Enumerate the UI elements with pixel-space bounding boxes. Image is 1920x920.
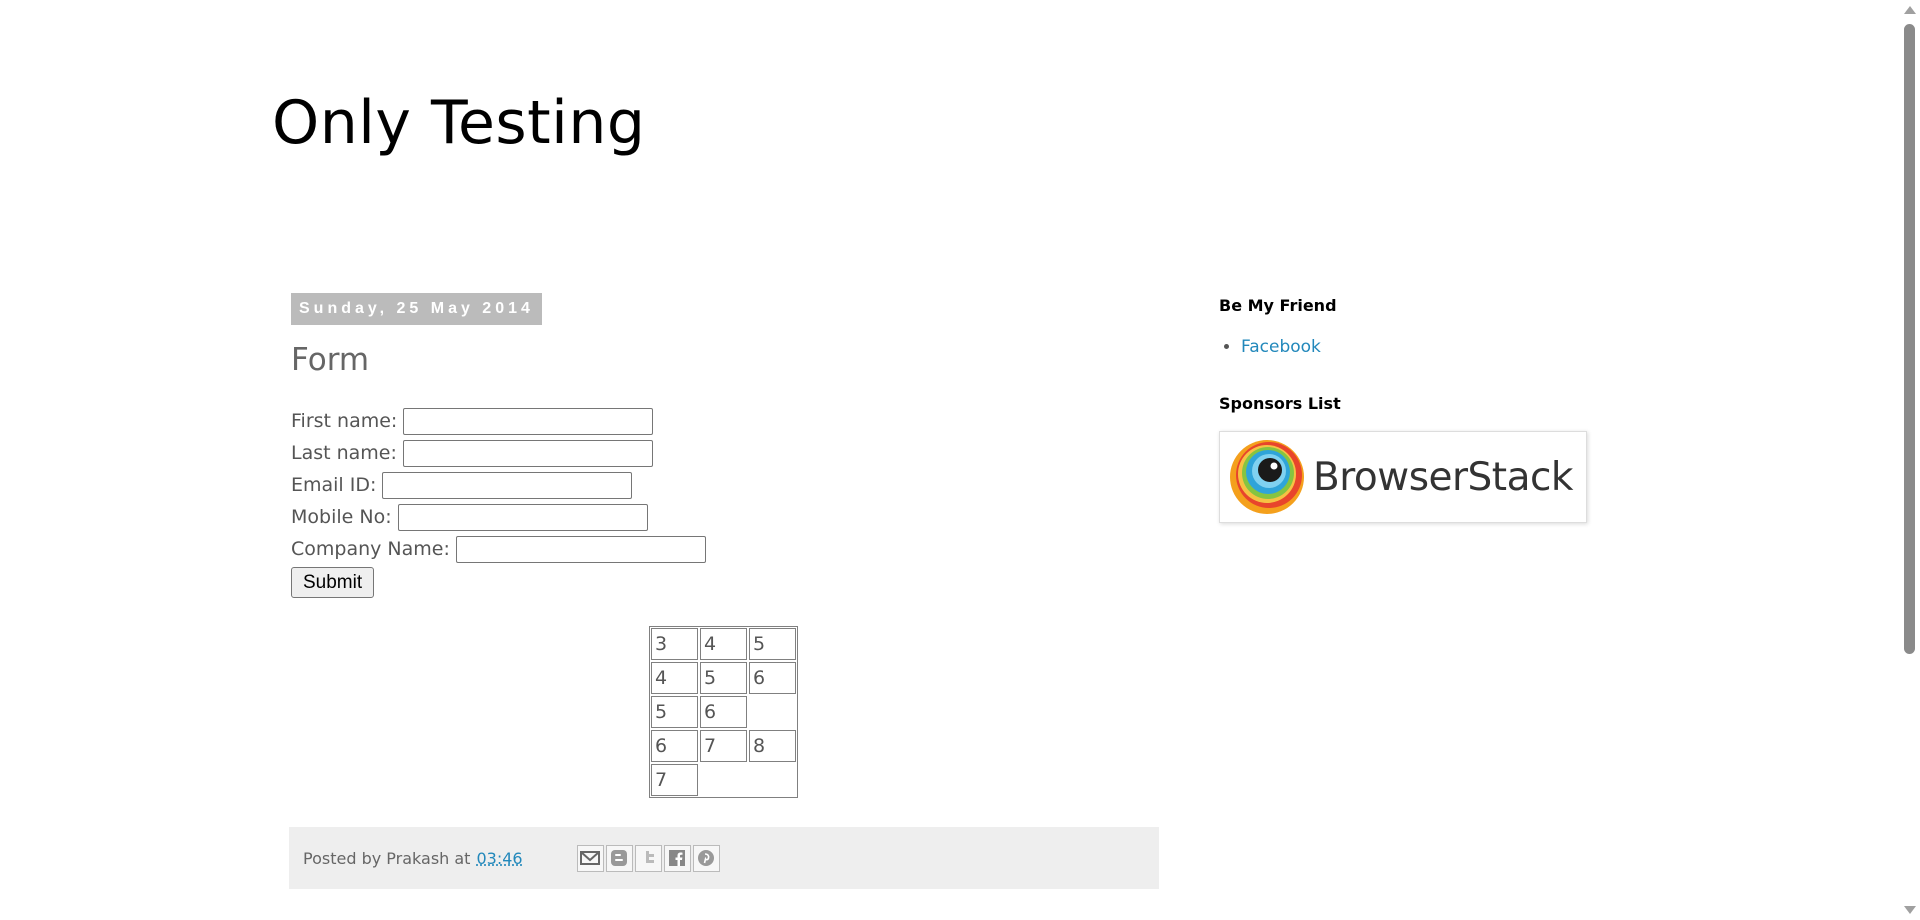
table-cell: 4 (651, 662, 698, 694)
number-table: 3 4 5 4 5 6 5 6 6 7 8 7 (649, 626, 798, 798)
blogger-icon (611, 850, 628, 866)
pinterest-share-button[interactable] (692, 844, 720, 872)
scroll-down-icon[interactable] (1904, 906, 1916, 914)
blog-title[interactable]: Only Testing (272, 88, 645, 158)
mobile-input[interactable] (397, 503, 648, 531)
table-cell: 8 (749, 730, 796, 762)
twitter-share-button[interactable] (634, 844, 662, 872)
twitter-icon (646, 851, 655, 863)
mobile-row: Mobile No: (291, 501, 706, 533)
list-item: Facebook (1241, 337, 1599, 357)
sponsor-name: BrowserStack (1313, 454, 1574, 500)
company-input[interactable] (455, 535, 706, 563)
table-cell-empty (700, 764, 747, 796)
pinterest-icon (698, 850, 715, 866)
sponsors-widget: Sponsors List BrowserStack (1219, 394, 1599, 523)
posted-by-text: Posted by Prakash at (303, 848, 471, 868)
table-cell-empty (749, 764, 796, 796)
company-label: Company Name: (291, 538, 450, 560)
email-icon (580, 851, 601, 865)
post-title: Form (291, 342, 370, 378)
table-cell: 6 (651, 730, 698, 762)
sponsor-banner[interactable]: BrowserStack (1219, 431, 1587, 523)
widget-title-sponsors: Sponsors List (1219, 394, 1341, 413)
email-label: Email ID: (291, 474, 377, 496)
browserstack-logo-icon (1230, 440, 1304, 514)
contact-form: First name: Last name: Email ID: Mobile … (291, 405, 706, 598)
table-cell-empty (749, 696, 796, 728)
table-cell: 7 (700, 730, 747, 762)
table-cell: 4 (700, 628, 747, 660)
table-cell: 5 (749, 628, 796, 660)
last-name-label: Last name: (291, 442, 397, 464)
last-name-input[interactable] (402, 439, 653, 467)
scroll-up-icon[interactable] (1904, 6, 1916, 14)
facebook-link[interactable]: Facebook (1241, 337, 1321, 357)
email-share-button[interactable] (576, 844, 604, 872)
first-name-row: First name: (291, 405, 706, 437)
first-name-label: First name: (291, 410, 398, 432)
first-name-input[interactable] (403, 407, 654, 435)
email-row: Email ID: (291, 469, 706, 501)
sidebar: Be My Friend Facebook Sponsors List (1219, 296, 1599, 523)
table-cell: 7 (651, 764, 698, 796)
email-input[interactable] (382, 471, 633, 499)
facebook-share-button[interactable] (663, 844, 691, 872)
vertical-scrollbar[interactable] (1899, 0, 1920, 920)
scroll-thumb[interactable] (1904, 24, 1915, 654)
date-header: Sunday, 25 May 2014 (291, 293, 542, 325)
share-buttons (576, 844, 722, 872)
submit-button[interactable]: Submit (291, 567, 375, 598)
table-cell: 6 (749, 662, 796, 694)
mobile-label: Mobile No: (291, 506, 392, 528)
last-name-row: Last name: (291, 437, 706, 469)
blogger-share-button[interactable] (605, 844, 633, 872)
table-cell: 3 (651, 628, 698, 660)
post-footer: Posted by Prakash at 03:46 (289, 827, 1159, 889)
table-cell: 6 (700, 696, 747, 728)
table-cell: 5 (700, 662, 747, 694)
link-list: Facebook (1219, 337, 1599, 357)
facebook-icon (669, 850, 686, 866)
widget-title-friend: Be My Friend (1219, 296, 1337, 315)
company-row: Company Name: (291, 533, 706, 565)
page: Only Testing Sunday, 25 May 2014 Form Fi… (0, 0, 1920, 920)
post-time-link[interactable]: 03:46 (476, 849, 522, 868)
table-cell: 5 (651, 696, 698, 728)
